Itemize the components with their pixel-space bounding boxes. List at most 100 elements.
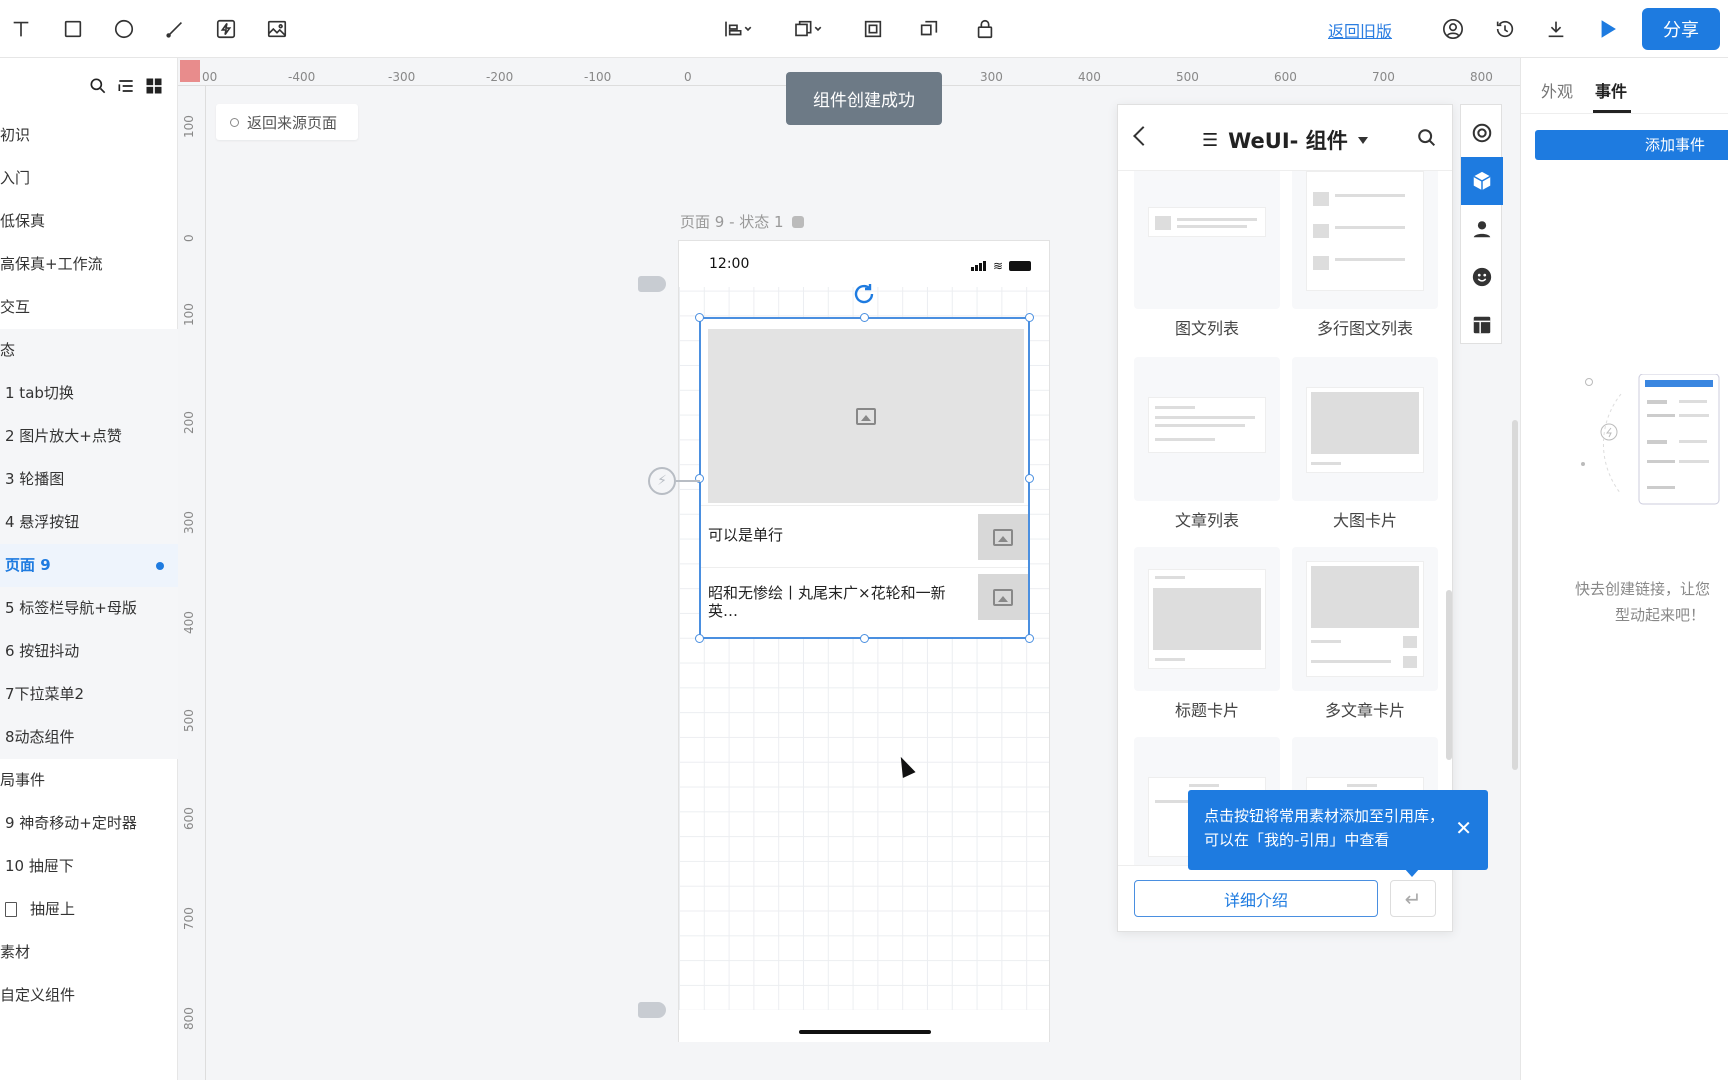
component-card[interactable] <box>1134 171 1280 309</box>
list-sort-icon[interactable] <box>116 76 136 100</box>
circle-tool-icon[interactable] <box>109 14 139 44</box>
arrange-dropdown-icon[interactable] <box>786 14 828 44</box>
tab-events[interactable]: 事件 <box>1595 78 1627 102</box>
card-preview <box>1148 207 1266 237</box>
selection-box[interactable] <box>699 317 1030 639</box>
sidebar-item[interactable]: 3 轮播图 <box>0 458 178 501</box>
resize-handle[interactable] <box>860 634 869 643</box>
sidebar-item[interactable]: 5 标签栏导航+母版 <box>0 587 178 630</box>
interaction-connector <box>676 480 700 482</box>
sidebar-item-page-9[interactable]: 页面 9 <box>0 544 178 587</box>
template-layout-icon[interactable] <box>1461 301 1503 349</box>
search-icon[interactable] <box>1416 127 1438 153</box>
ruler-tick-label: 200 <box>182 411 196 434</box>
sidebar-item[interactable]: 素材 <box>0 931 178 974</box>
rotate-icon[interactable] <box>852 282 876 306</box>
text-tool-icon[interactable] <box>6 14 36 44</box>
component-card-label: 多文章卡片 <box>1324 701 1405 720</box>
history-icon[interactable] <box>1490 14 1520 44</box>
circle-icon <box>230 117 239 127</box>
component-card[interactable] <box>1292 171 1438 309</box>
resize-handle[interactable] <box>695 313 704 322</box>
library-category-bar <box>1460 104 1503 344</box>
component-card[interactable] <box>1134 547 1280 691</box>
component-cube-icon[interactable] <box>1461 157 1503 205</box>
rectangle-tool-icon[interactable] <box>58 14 88 44</box>
frame-icon[interactable] <box>858 14 888 44</box>
sidebar-item-label: 2 图片放大+点赞 <box>5 427 122 445</box>
sidebar-item-label: 3 轮播图 <box>5 470 65 488</box>
resize-handle[interactable] <box>860 313 869 322</box>
sidebar-item[interactable]: 入门 <box>0 157 178 200</box>
empty-state-hint: 快去创建链接，让您 型动起来吧！ <box>1575 576 1728 628</box>
download-icon[interactable] <box>1541 14 1571 44</box>
sidebar-item[interactable]: 态 <box>0 329 178 372</box>
active-tab-indicator <box>1593 110 1631 113</box>
person-icon[interactable] <box>1461 205 1503 253</box>
resize-handle[interactable] <box>695 634 704 643</box>
ruler-tick-label: 300 <box>980 70 1003 84</box>
search-icon[interactable] <box>88 76 108 100</box>
lock-icon[interactable] <box>970 14 1000 44</box>
play-icon[interactable] <box>1592 14 1622 44</box>
close-icon[interactable]: ✕ <box>1455 816 1472 840</box>
sidebar-item[interactable]: 4 悬浮按钮 <box>0 501 178 544</box>
return-source-page-button[interactable]: 返回来源页面 <box>216 104 358 140</box>
group-icon[interactable] <box>914 14 944 44</box>
detail-intro-button[interactable]: 详细介绍 <box>1134 880 1378 917</box>
sidebar-item[interactable]: 8动态组件 <box>0 716 178 759</box>
interaction-lightning-icon[interactable]: ⚡ <box>648 467 676 495</box>
sidebar-item[interactable]: 9 神奇移动+定时器 <box>0 802 178 845</box>
page-tag-icon[interactable] <box>638 1002 666 1018</box>
resize-handle[interactable] <box>1025 313 1034 322</box>
lightning-tool-icon[interactable] <box>211 14 241 44</box>
properties-panel: 外观 事件 添加事件 快去创建链接，让您 型动起来吧！ <box>1520 58 1728 1080</box>
library-selector[interactable]: ☰ WeUI- 组件 <box>1202 125 1368 155</box>
page-state-label[interactable]: 页面 9 - 状态 1 <box>680 211 804 232</box>
hint-line: 型动起来吧！ <box>1615 606 1706 624</box>
ruler-tick-label: -400 <box>288 70 316 84</box>
settings-icon[interactable] <box>791 215 804 228</box>
sidebar-item[interactable]: 低保真 <box>0 200 178 243</box>
sidebar-item[interactable]: 交互 <box>0 286 178 329</box>
emoji-icon[interactable] <box>1461 253 1503 301</box>
sidebar-item[interactable]: 初识 <box>0 114 178 157</box>
page-tag-icon[interactable] <box>638 276 666 292</box>
sidebar-item-label: 局事件 <box>0 771 46 789</box>
card-preview <box>1306 561 1424 677</box>
target-circle-icon[interactable] <box>1461 109 1503 157</box>
back-arrow-icon[interactable] <box>1133 126 1153 146</box>
user-circle-icon[interactable] <box>1438 14 1468 44</box>
sidebar-item[interactable]: 1 tab切换 <box>0 372 178 415</box>
property-tabs: 外观 事件 <box>1521 58 1728 114</box>
sidebar-item-label: 8动态组件 <box>5 728 75 746</box>
sidebar-item[interactable]: 抽屉上 <box>0 888 178 931</box>
sidebar-item[interactable]: 自定义组件 <box>0 974 178 1017</box>
resize-handle[interactable] <box>1025 474 1034 483</box>
panel-scrollbar[interactable] <box>1446 590 1452 760</box>
sidebar-item-label: 6 按钮抖动 <box>5 642 80 660</box>
component-card[interactable] <box>1292 547 1438 691</box>
sidebar-item[interactable]: 局事件 <box>0 759 178 802</box>
tab-appearance[interactable]: 外观 <box>1541 78 1573 102</box>
share-button[interactable]: 分享 <box>1642 8 1720 50</box>
sidebar-item[interactable]: 7下拉菜单2 <box>0 673 178 716</box>
grid-view-icon[interactable] <box>144 76 164 100</box>
align-dropdown-icon[interactable] <box>716 14 758 44</box>
sidebar-item[interactable]: 2 图片放大+点赞 <box>0 415 178 458</box>
insert-enter-icon[interactable]: ↵ <box>1390 880 1436 917</box>
sidebar-item[interactable]: 高保真+工作流 <box>0 243 178 286</box>
line-tool-icon[interactable] <box>160 14 190 44</box>
component-card[interactable] <box>1292 357 1438 501</box>
sidebar-item[interactable]: 6 按钮抖动 <box>0 630 178 673</box>
image-tool-icon[interactable] <box>262 14 292 44</box>
list-icon: ☰ <box>1202 129 1219 151</box>
canvas-scrollbar[interactable] <box>1512 420 1518 770</box>
sidebar-item[interactable]: 10 抽屉下 <box>0 845 178 888</box>
resize-handle[interactable] <box>1025 634 1034 643</box>
add-event-button[interactable]: 添加事件 <box>1535 130 1728 160</box>
back-to-old-version-link[interactable]: 返回旧版 <box>1328 18 1392 42</box>
component-card[interactable] <box>1134 357 1280 501</box>
ruler-origin-marker[interactable] <box>180 60 200 82</box>
component-card-label: 图文列表 <box>1174 319 1239 338</box>
